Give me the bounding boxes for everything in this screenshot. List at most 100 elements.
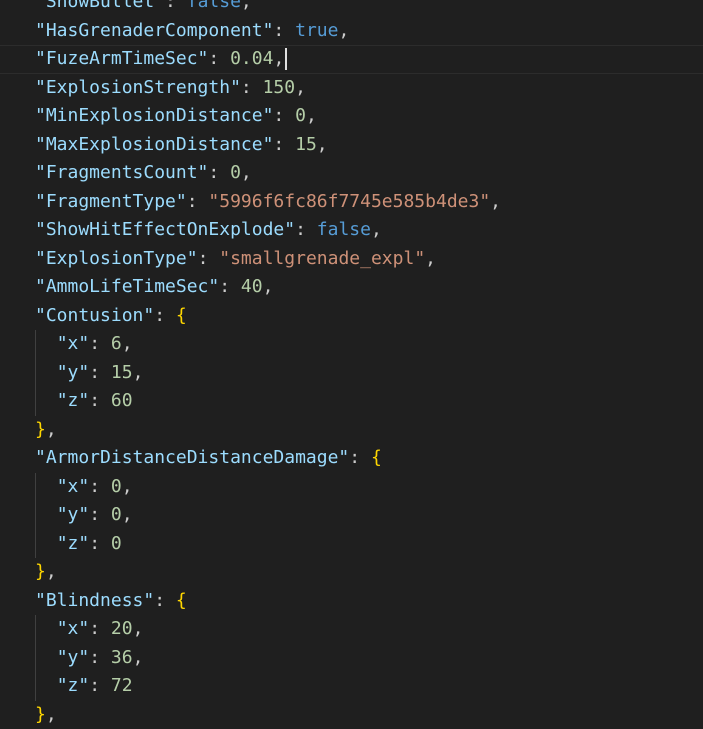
json-key: "ExplosionType" [35, 248, 198, 269]
json-string-value: "smallgrenade_expl" [219, 248, 425, 269]
json-punctuation: , [371, 219, 382, 240]
json-boolean-value: false [317, 219, 371, 240]
code-line[interactable]: "x": 0, [0, 473, 703, 502]
json-punctuation: : [89, 618, 111, 639]
indent-guide [35, 359, 36, 388]
code-line[interactable]: "z": 60 [0, 387, 703, 416]
indent-guide [35, 330, 36, 359]
json-punctuation: : [208, 48, 230, 69]
code-line[interactable]: "ShowBullet": false, [0, 0, 703, 17]
code-line[interactable]: "ExplosionStrength": 150, [0, 74, 703, 103]
indent-guide [35, 672, 36, 701]
text-cursor [285, 48, 287, 70]
json-punctuation: : [165, 0, 187, 12]
code-line[interactable]: "y": 36, [0, 644, 703, 673]
json-number-value: 15 [295, 134, 317, 155]
json-punctuation: : [89, 362, 111, 383]
indent-guide [35, 387, 36, 416]
code-editor[interactable]: "ShowBullet": false,"HasGrenaderComponen… [0, 0, 703, 728]
json-punctuation: , [46, 419, 57, 440]
json-key: "x" [57, 476, 90, 497]
code-line[interactable]: "Blindness": { [0, 587, 703, 616]
json-punctuation: : [349, 447, 371, 468]
code-line[interactable]: "Contusion": { [0, 302, 703, 331]
code-line[interactable]: "x": 20, [0, 615, 703, 644]
json-key: "z" [57, 675, 90, 696]
json-key: "y" [57, 647, 90, 668]
code-line[interactable]: "MaxExplosionDistance": 15, [0, 131, 703, 160]
json-boolean-value: false [187, 0, 241, 12]
json-punctuation: : [89, 476, 111, 497]
code-line[interactable]: "MinExplosionDistance": 0, [0, 102, 703, 131]
json-punctuation: : [154, 305, 176, 326]
json-number-value: 6 [111, 333, 122, 354]
json-number-value: 0.04 [230, 48, 273, 69]
code-line[interactable]: "HasGrenaderComponent": true, [0, 17, 703, 46]
json-punctuation: : [89, 675, 111, 696]
code-line-current[interactable]: "FuzeArmTimeSec": 0.04, [0, 45, 703, 74]
json-punctuation: : [89, 390, 111, 411]
json-number-value: 0 [111, 476, 122, 497]
json-number-value: 0 [111, 533, 122, 554]
code-line[interactable]: "ShowHitEffectOnExplode": false, [0, 216, 703, 245]
json-punctuation: : [154, 590, 176, 611]
json-brace: } [35, 704, 46, 725]
code-line[interactable]: "z": 72 [0, 672, 703, 701]
code-line[interactable]: "AmmoLifeTimeSec": 40, [0, 273, 703, 302]
json-punctuation: : [89, 504, 111, 525]
json-punctuation: : [208, 162, 230, 183]
json-punctuation: , [338, 20, 349, 41]
json-punctuation: , [317, 134, 328, 155]
json-key: "AmmoLifeTimeSec" [35, 276, 219, 297]
json-punctuation: , [263, 276, 274, 297]
code-line[interactable]: "x": 6, [0, 330, 703, 359]
json-punctuation: : [187, 191, 209, 212]
json-number-value: 0 [295, 105, 306, 126]
json-punctuation: , [133, 647, 144, 668]
code-line[interactable]: "ArmorDistanceDistanceDamage": { [0, 444, 703, 473]
json-number-value: 0 [230, 162, 241, 183]
json-punctuation: , [133, 362, 144, 383]
json-punctuation: , [306, 105, 317, 126]
json-punctuation: : [89, 533, 111, 554]
code-line[interactable]: "y": 15, [0, 359, 703, 388]
indent-guide [35, 644, 36, 673]
json-punctuation: , [122, 476, 133, 497]
json-number-value: 150 [263, 77, 296, 98]
code-line[interactable]: }, [0, 558, 703, 587]
json-key: "MinExplosionDistance" [35, 105, 273, 126]
json-key: "FuzeArmTimeSec" [35, 48, 208, 69]
json-key: "Blindness" [35, 590, 154, 611]
json-brace: { [176, 590, 187, 611]
json-punctuation: : [89, 647, 111, 668]
json-number-value: 36 [111, 647, 133, 668]
json-key: "ArmorDistanceDistanceDamage" [35, 447, 349, 468]
indent-guide [35, 501, 36, 530]
code-line[interactable]: }, [0, 701, 703, 729]
code-line[interactable]: }, [0, 416, 703, 445]
code-line[interactable]: "z": 0 [0, 530, 703, 559]
json-brace: } [35, 419, 46, 440]
json-punctuation: : [89, 333, 111, 354]
json-key: "Contusion" [35, 305, 154, 326]
json-number-value: 0 [111, 504, 122, 525]
json-number-value: 40 [241, 276, 263, 297]
json-punctuation: : [241, 77, 263, 98]
code-line[interactable]: "y": 0, [0, 501, 703, 530]
indent-guide [35, 615, 36, 644]
json-key: "ExplosionStrength" [35, 77, 241, 98]
json-key: "y" [57, 362, 90, 383]
json-key: "ShowBullet" [35, 0, 165, 12]
json-punctuation: , [273, 48, 284, 69]
json-key: "FragmentType" [35, 191, 187, 212]
json-punctuation: , [295, 77, 306, 98]
json-number-value: 15 [111, 362, 133, 383]
json-key: "x" [57, 333, 90, 354]
json-key: "MaxExplosionDistance" [35, 134, 273, 155]
json-punctuation: : [219, 276, 241, 297]
json-key: "ShowHitEffectOnExplode" [35, 219, 295, 240]
json-boolean-value: true [295, 20, 338, 41]
code-line[interactable]: "FragmentType": "5996f6fc86f7745e585b4de… [0, 188, 703, 217]
code-line[interactable]: "FragmentsCount": 0, [0, 159, 703, 188]
code-line[interactable]: "ExplosionType": "smallgrenade_expl", [0, 245, 703, 274]
